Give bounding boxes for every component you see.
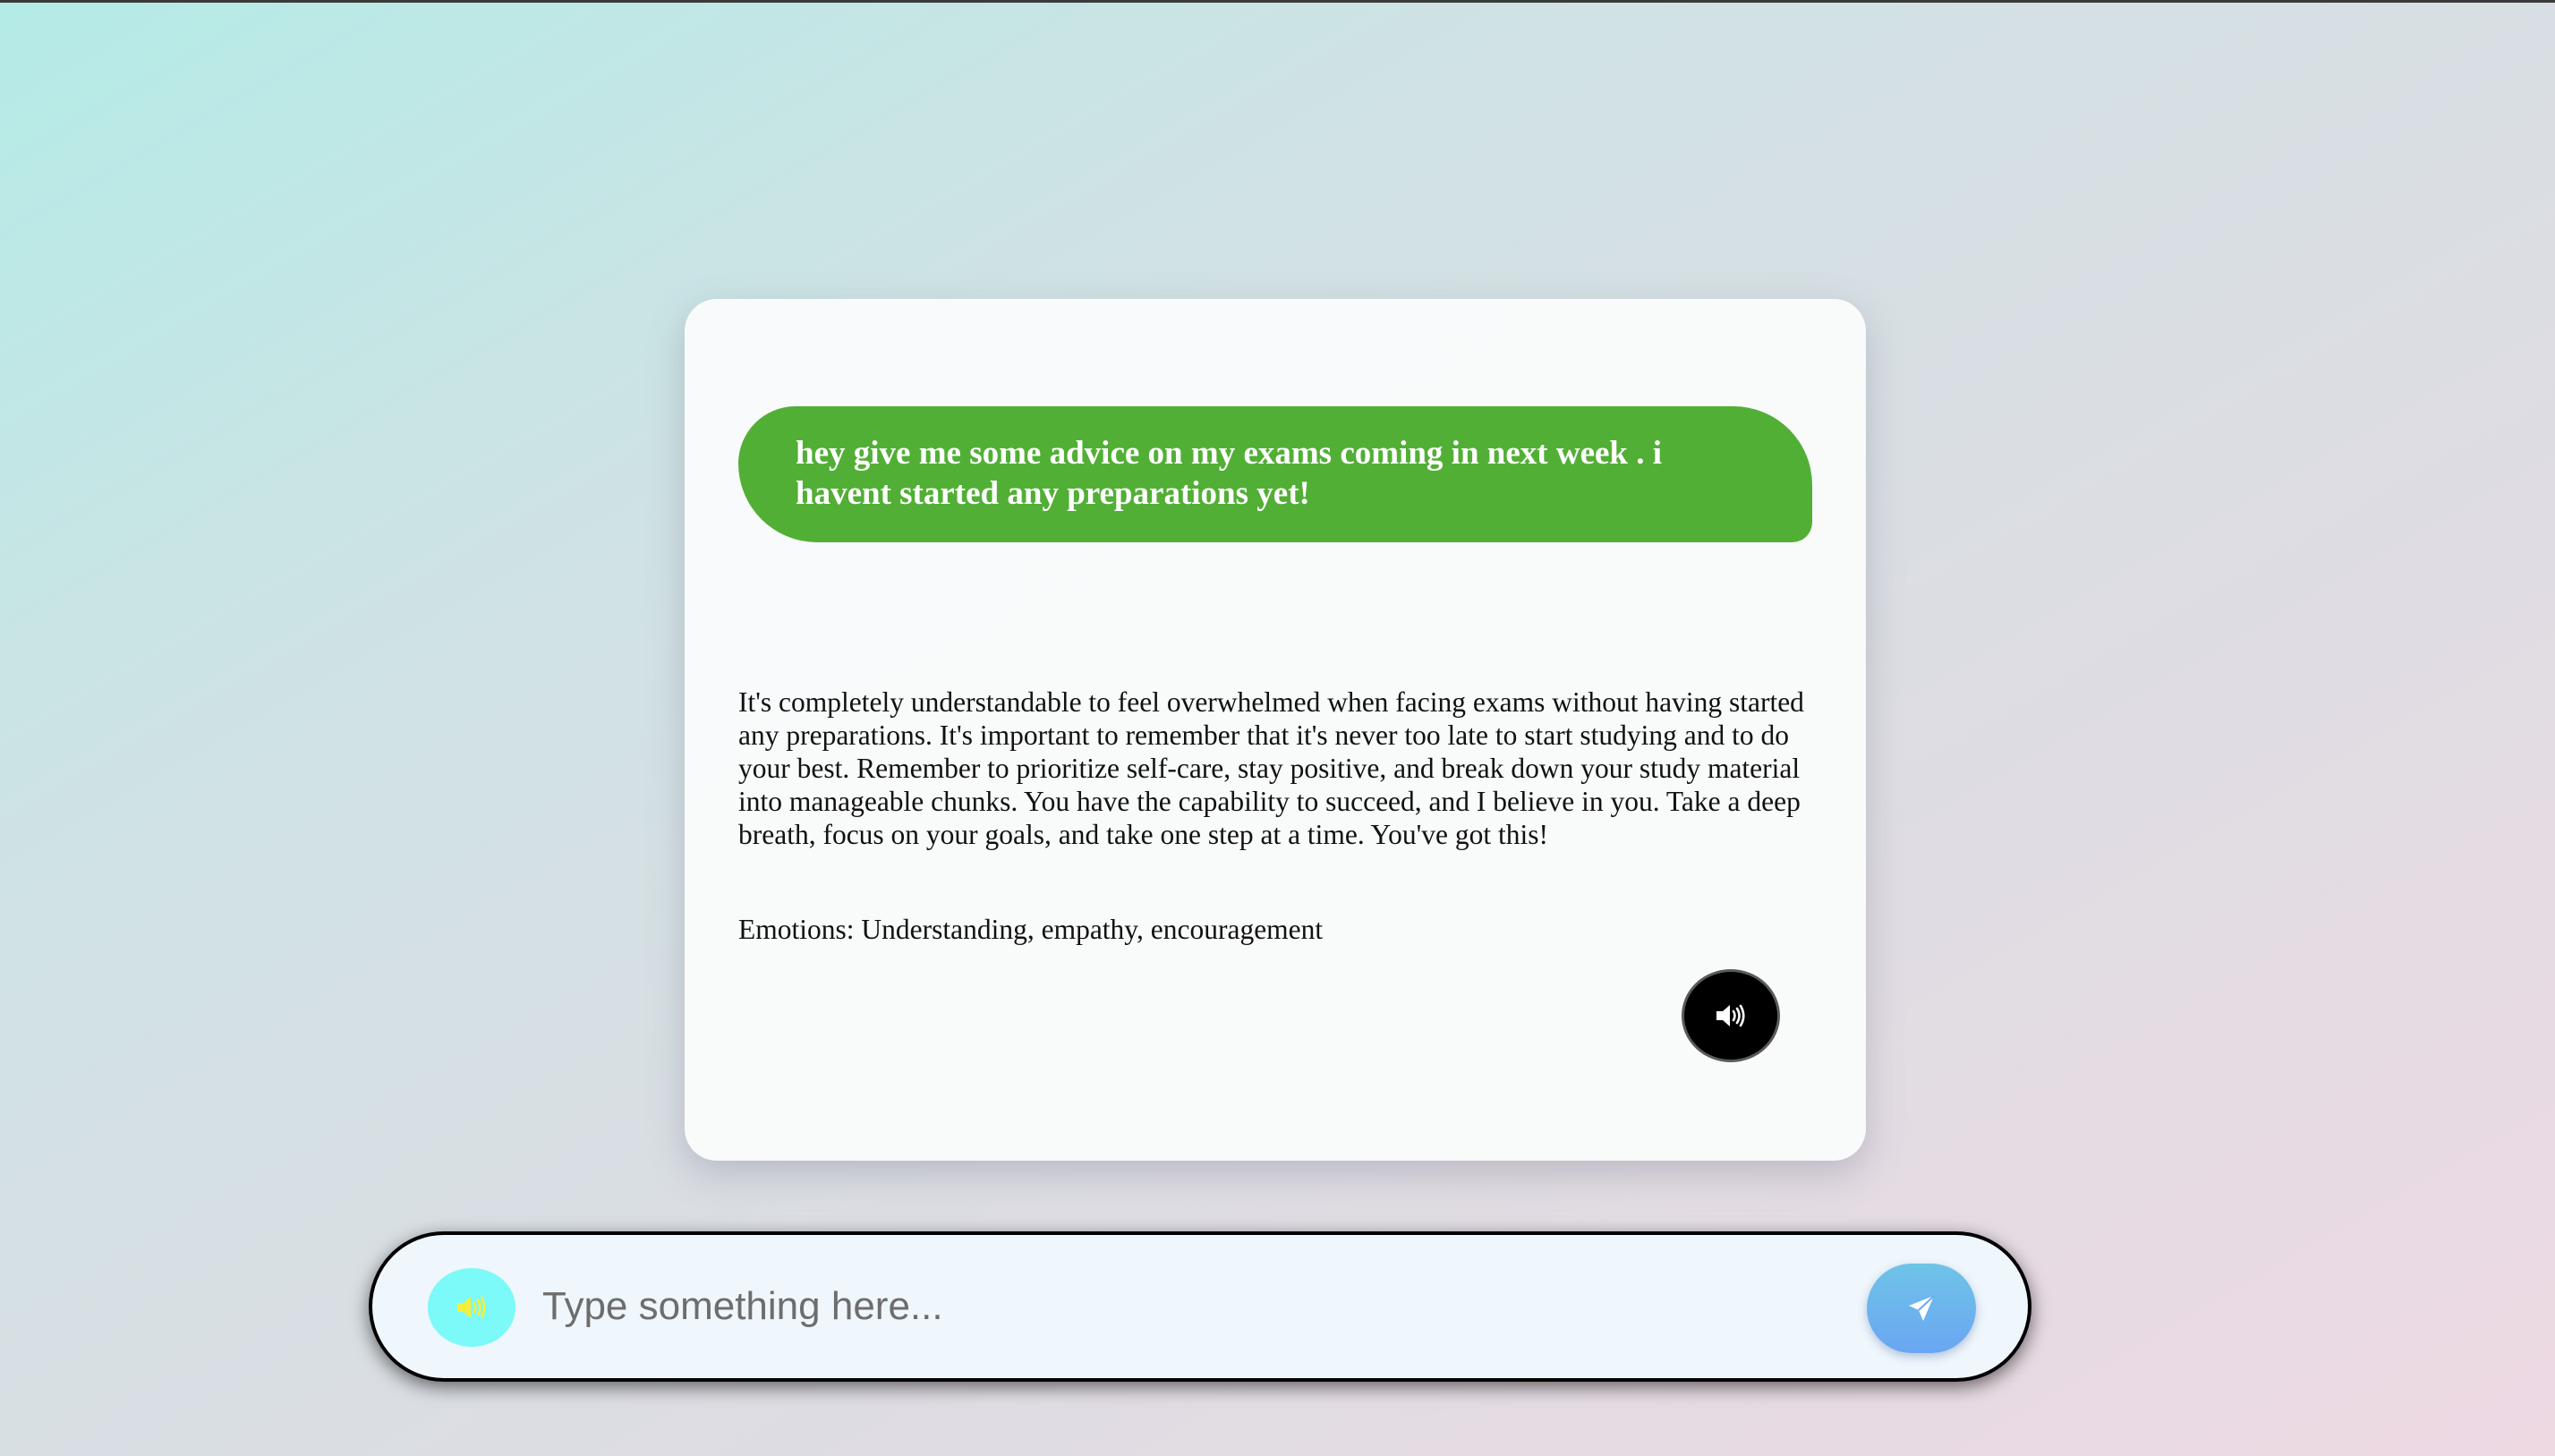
user-message-text: hey give me some advice on my exams comi… (796, 435, 1663, 512)
send-button[interactable] (1867, 1264, 1976, 1353)
speaker-icon (457, 1296, 486, 1319)
bot-reply-text: It's completely understandable to feel o… (738, 686, 1804, 850)
message-input-bar (369, 1231, 2031, 1382)
send-icon (1909, 1295, 1935, 1321)
window-top-border (0, 0, 2555, 3)
chat-card: hey give me some advice on my exams comi… (685, 299, 1866, 1161)
read-aloud-button[interactable] (1684, 972, 1777, 1060)
message-input[interactable] (542, 1262, 1849, 1351)
user-message-bubble: hey give me some advice on my exams comi… (738, 406, 1812, 542)
speaker-icon (1716, 1004, 1745, 1027)
emotions-text: Emotions: Understanding, empathy, encour… (738, 914, 1324, 945)
voice-input-button[interactable] (428, 1268, 515, 1347)
